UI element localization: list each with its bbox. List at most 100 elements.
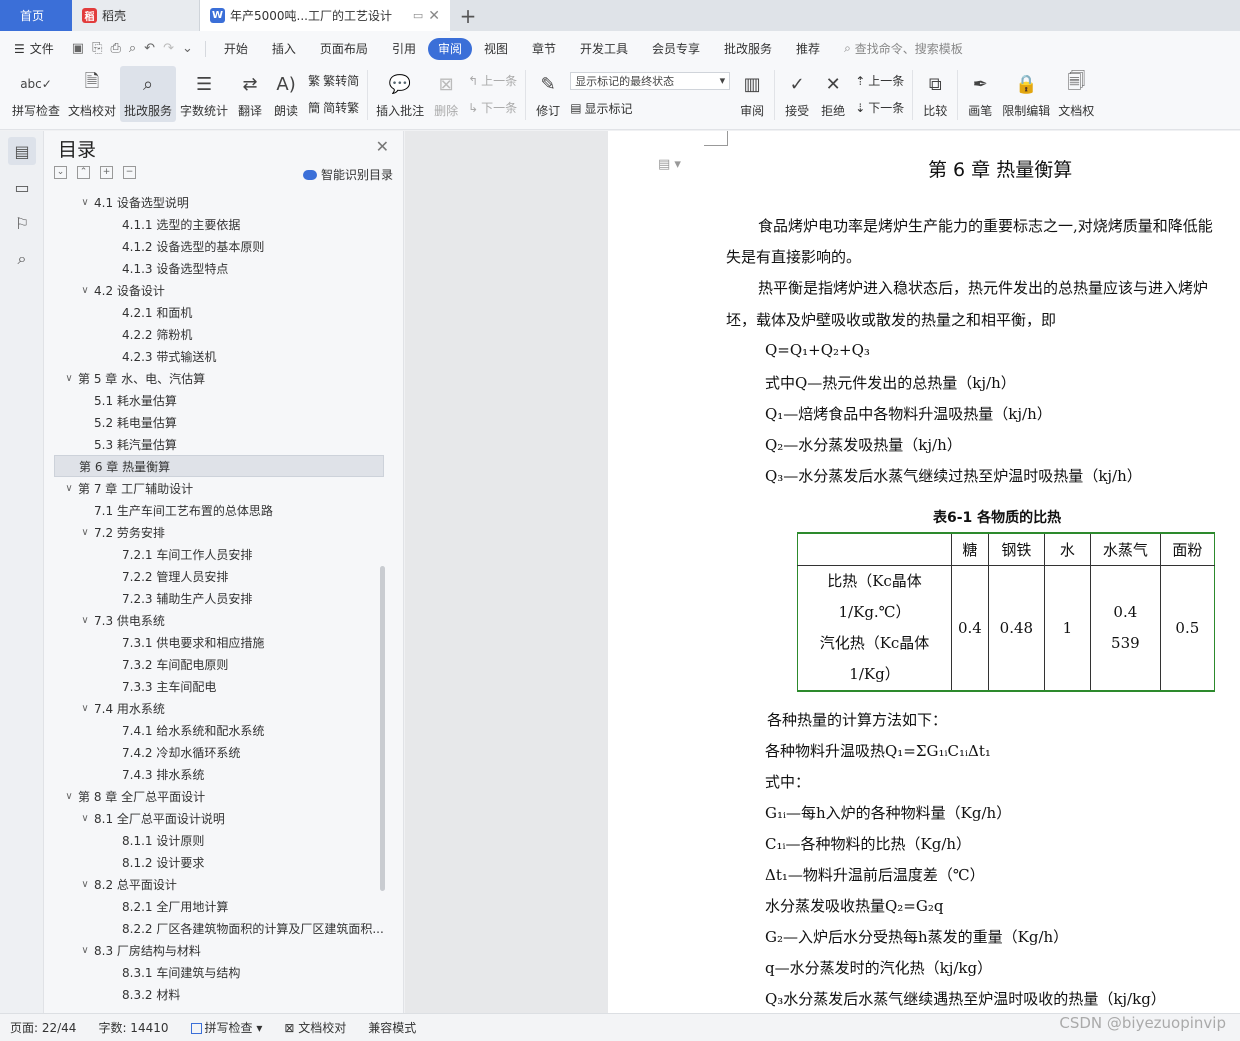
close-icon[interactable]: ✕	[376, 137, 389, 156]
save-icon[interactable]: ▣	[72, 41, 84, 56]
toc-item[interactable]: 4.2.2 筛粉机	[54, 323, 384, 345]
command-search[interactable]: ⌕ 查找命令、搜索模板	[844, 40, 963, 57]
markup-state-select[interactable]: 显示标记的最终状态 ▾	[570, 71, 731, 90]
pen-button[interactable]: ✒ 画笔	[962, 66, 998, 122]
toc-item[interactable]: 8.3.1 车间建筑与结构	[54, 961, 384, 983]
tab-home[interactable]: 首页	[0, 0, 72, 31]
trad-to-simp-button[interactable]: 繁繁转简	[308, 72, 359, 89]
menu-tab-9[interactable]: 批改服务	[712, 38, 784, 60]
toc-item[interactable]: 7.3.1 供电要求和相应措施	[54, 631, 384, 653]
close-tab-icon[interactable]: ✕	[428, 8, 440, 24]
simp-to-trad-button[interactable]: 簡简转繁	[308, 99, 359, 116]
restrict-edit-button[interactable]: 🔒 限制编辑	[998, 66, 1054, 122]
status-spell-check[interactable]: 拼写检查 ▾	[190, 1019, 262, 1036]
toc-item[interactable]: 8.2.1 全厂用地计算	[54, 895, 384, 917]
toc-item[interactable]: 7.3.3 主车间配电	[54, 675, 384, 697]
page-menu-icon[interactable]: ▤ ▾	[658, 157, 681, 172]
chevron-down-icon[interactable]: ∨	[62, 373, 76, 384]
menu-tab-10[interactable]: 推荐	[784, 38, 832, 60]
compare-button[interactable]: ⧉ 比较	[917, 66, 953, 122]
menu-tab-2[interactable]: 页面布局	[308, 38, 380, 60]
translate-button[interactable]: ⇄ 翻译	[232, 66, 268, 122]
collapse-all-icon[interactable]: −	[123, 166, 136, 179]
proofread-button[interactable]: 🗎 文档校对	[64, 66, 120, 122]
insert-comment-button[interactable]: 💬 插入批注	[372, 66, 428, 122]
review-service-button[interactable]: ⌕ 批改服务	[120, 66, 177, 122]
status-proofread[interactable]: ⊠ 文档校对	[284, 1019, 346, 1036]
bookmark-icon[interactable]: ⚐	[8, 209, 36, 237]
chevron-down-icon[interactable]: ∨	[78, 527, 92, 538]
print-icon[interactable]: ⎙	[110, 41, 120, 56]
toc-item[interactable]: ∨ 第 7 章 工厂辅助设计	[54, 477, 384, 499]
prev-comment-button[interactable]: ↰ 上一条	[468, 72, 517, 89]
toc-panel-icon[interactable]: ▤	[8, 137, 36, 165]
toc-item[interactable]: ∨ 第 8 章 全厂总平面设计	[54, 785, 384, 807]
file-menu[interactable]: ☰ 文件	[10, 38, 66, 60]
toc-item[interactable]: 4.1.3 设备选型特点	[54, 257, 384, 279]
toc-item[interactable]: 4.2.3 带式输送机	[54, 345, 384, 367]
toc-item[interactable]: 8.1.2 设计要求	[54, 851, 384, 873]
toc-item[interactable]: 5.1 耗水量估算	[54, 389, 384, 411]
toc-item[interactable]: 4.1.1 选型的主要依据	[54, 213, 384, 235]
chevron-down-icon[interactable]: ∨	[78, 879, 92, 890]
toc-item[interactable]: 5.2 耗电量估算	[54, 411, 384, 433]
expand-all-icon[interactable]: +	[100, 166, 113, 179]
tab-doke[interactable]: 稻 稻壳	[72, 0, 200, 31]
pin-icon[interactable]: ▭	[413, 9, 423, 22]
undo-icon[interactable]: ↶	[144, 41, 155, 56]
toc-scrollbar[interactable]	[380, 566, 385, 891]
chevron-down-icon[interactable]: ∨	[78, 945, 92, 956]
toc-item[interactable]: ∨ 第 5 章 水、电、汽估算	[54, 367, 384, 389]
preview-icon[interactable]: ⌕	[129, 41, 136, 56]
delete-comment-button[interactable]: ⊠ 删除	[428, 66, 464, 122]
prev-change-button[interactable]: ⇡ 上一条	[855, 72, 904, 89]
toc-item[interactable]: 5.3 耗汽量估算	[54, 433, 384, 455]
word-count-button[interactable]: ☰ 字数统计	[176, 66, 232, 122]
toc-item[interactable]: 7.3.2 车间配电原则	[54, 653, 384, 675]
doc-permission-button[interactable]: 🗐 文档权	[1054, 66, 1098, 122]
new-tab-button[interactable]: +	[450, 0, 486, 31]
spell-check-button[interactable]: abc✓ 拼写检查	[8, 66, 64, 122]
toc-item[interactable]: 7.2.1 车间工作人员安排	[54, 543, 384, 565]
redo-icon[interactable]: ↷	[163, 41, 174, 56]
next-comment-button[interactable]: ↳ 下一条	[468, 99, 517, 116]
next-change-button[interactable]: ⇣ 下一条	[855, 99, 904, 116]
show-markup-button[interactable]: ▤ 显示标记	[570, 100, 730, 117]
chevron-down-icon[interactable]: ∨	[62, 483, 76, 494]
more-icon[interactable]: ⌄	[182, 41, 193, 56]
page-indicator[interactable]: 页面: 22/44	[10, 1019, 76, 1036]
toc-item[interactable]: 8.1.1 设计原则	[54, 829, 384, 851]
menu-tab-7[interactable]: 开发工具	[568, 38, 640, 60]
tab-document[interactable]: W 年产5000吨...工厂的工艺设计 ▭ ✕	[200, 0, 450, 31]
accept-button[interactable]: ✓ 接受	[779, 66, 815, 122]
menu-tab-0[interactable]: 开始	[212, 38, 260, 60]
menu-tab-6[interactable]: 章节	[520, 38, 568, 60]
document-page[interactable]: ▤ ▾ 第 6 章 热量衡算 食品烤炉电功率是烤炉生产能力的重要标志之一,对烧烤…	[608, 131, 1240, 1013]
menu-tab-8[interactable]: 会员专享	[640, 38, 712, 60]
chevron-down-icon[interactable]: ∨	[78, 703, 92, 714]
toc-item[interactable]: 7.4.3 排水系统	[54, 763, 384, 785]
smart-toc-button[interactable]: 智能识别目录	[302, 166, 393, 183]
toc-item[interactable]: ∨ 4.1 设备选型说明	[54, 191, 384, 213]
menu-tab-5[interactable]: 视图	[472, 38, 520, 60]
toc-item[interactable]: ∨ 8.1 全厂总平面设计说明	[54, 807, 384, 829]
toc-item[interactable]: ∨ 8.2 总平面设计	[54, 873, 384, 895]
toc-item[interactable]: 4.1.2 设备选型的基本原则	[54, 235, 384, 257]
review-pane-button[interactable]: ▥ 审阅	[734, 66, 770, 122]
menu-tab-3[interactable]: 引用	[380, 38, 428, 60]
toc-item[interactable]: 4.2.1 和面机	[54, 301, 384, 323]
toc-item[interactable]: 8.2.2 厂区各建筑物面积的计算及厂区建筑面积...	[54, 917, 384, 939]
toc-item[interactable]: ∨ 8.3 厂房结构与材料	[54, 939, 384, 961]
toc-item[interactable]: 7.4.1 给水系统和配水系统	[54, 719, 384, 741]
chevron-down-icon[interactable]: ∨	[78, 285, 92, 296]
search-icon[interactable]: ⌕	[8, 245, 36, 273]
menu-tab-1[interactable]: 插入	[260, 38, 308, 60]
expand-up-icon[interactable]: ⌃	[77, 166, 90, 179]
track-changes-button[interactable]: ✎ 修订	[530, 66, 566, 122]
chevron-down-icon[interactable]: ∨	[78, 813, 92, 824]
collapse-icon[interactable]: ⌄	[54, 166, 67, 179]
read-aloud-button[interactable]: A) 朗读	[268, 66, 304, 122]
toc-item[interactable]: ∨ 7.4 用水系统	[54, 697, 384, 719]
toc-item[interactable]: ∨ 4.2 设备设计	[54, 279, 384, 301]
export-icon[interactable]: ⎘	[92, 41, 102, 56]
